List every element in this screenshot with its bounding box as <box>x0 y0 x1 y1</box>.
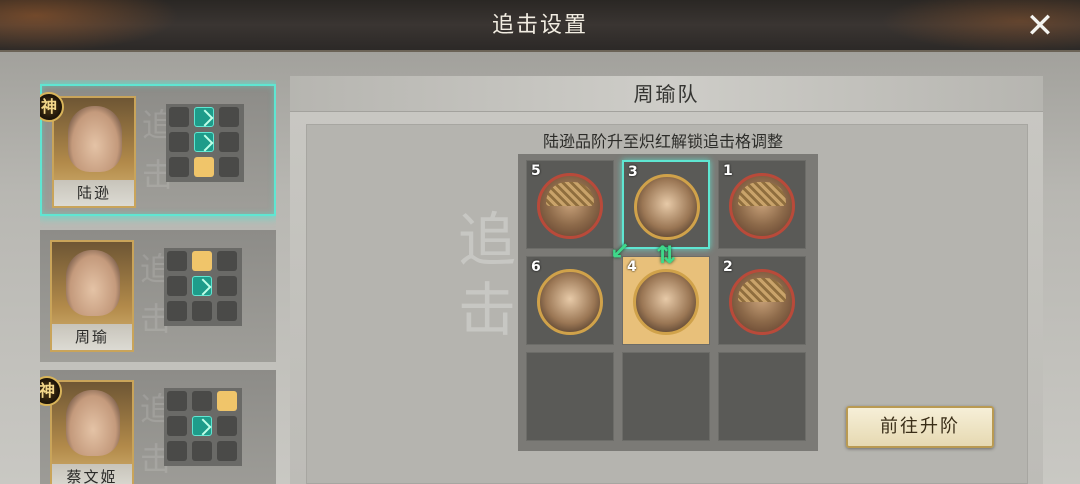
mini-formation-grid <box>164 388 242 466</box>
hero-face <box>66 250 120 316</box>
mini-cell-chase-icon <box>192 276 212 296</box>
hero-portrait: 周瑜 <box>50 240 134 352</box>
mini-cell-position <box>192 251 212 271</box>
formation-slot-2[interactable]: 2 <box>718 256 806 345</box>
hero-face <box>66 390 120 456</box>
formation-slot-empty[interactable] <box>622 352 710 441</box>
slot-number: 6 <box>531 259 541 275</box>
slot-number: 1 <box>723 163 733 179</box>
mini-cell <box>217 441 237 461</box>
hero-portrait: 陆逊 <box>52 96 136 208</box>
slot-number: 2 <box>723 259 733 275</box>
hero-avatar <box>634 174 700 240</box>
mini-formation-grid <box>166 104 244 182</box>
straw-hat-icon <box>546 182 594 206</box>
mini-cell-position <box>194 157 214 177</box>
mini-cell <box>167 301 187 321</box>
hero-card-caiwenji[interactable]: 追击 神 蔡文姬 <box>40 370 276 484</box>
mini-cell <box>167 276 187 296</box>
title-bar: 追击设置 ✕ <box>0 0 1080 52</box>
hero-avatar <box>633 269 699 335</box>
mini-cell <box>167 416 187 436</box>
hero-avatar <box>729 173 795 239</box>
formation-slot-3[interactable]: 3 <box>622 160 710 249</box>
mini-cell <box>167 441 187 461</box>
formation-grid: 5 3 1 6 4 2 ↙ ⇅ <box>518 154 818 451</box>
mini-cell <box>169 132 189 152</box>
mini-cell-position <box>217 391 237 411</box>
hero-name: 周瑜 <box>52 324 132 350</box>
hero-name: 陆逊 <box>54 180 134 206</box>
hero-face <box>68 106 122 172</box>
page-title: 追击设置 <box>491 13 588 38</box>
close-icon[interactable]: ✕ <box>1018 6 1062 46</box>
mini-cell <box>219 107 239 127</box>
hero-card-luxun[interactable]: 追击 神 陆逊 <box>40 84 276 216</box>
mini-cell-chase-icon <box>194 132 214 152</box>
mini-cell <box>169 107 189 127</box>
slot-number: 5 <box>531 163 541 179</box>
hero-list: 追击 神 陆逊 追击 周瑜 追击 神 蔡文姬 <box>40 80 276 484</box>
chase-arrow-icon: ↙ <box>610 237 631 265</box>
mini-formation-grid <box>164 248 242 326</box>
mini-cell <box>217 251 237 271</box>
mini-cell <box>219 132 239 152</box>
mini-cell <box>167 391 187 411</box>
mini-cell <box>192 391 212 411</box>
chase-watermark: 追击 <box>457 206 516 344</box>
helmet-icon <box>738 278 786 302</box>
mini-cell <box>167 251 187 271</box>
mini-cell <box>169 157 189 177</box>
formation-slot-empty[interactable] <box>718 352 806 441</box>
formation-slot-1[interactable]: 1 <box>718 160 806 249</box>
formation-slot-empty[interactable] <box>526 352 614 441</box>
mini-cell <box>217 416 237 436</box>
mini-cell-chase-icon <box>192 416 212 436</box>
formation-slot-5[interactable]: 5 <box>526 160 614 249</box>
hero-avatar <box>537 173 603 239</box>
hero-name: 蔡文姬 <box>52 464 132 484</box>
mini-cell-chase-icon <box>194 107 214 127</box>
mini-cell <box>217 276 237 296</box>
formation-slot-6[interactable]: 6 <box>526 256 614 345</box>
mini-cell <box>217 301 237 321</box>
slot-number: 3 <box>628 164 638 180</box>
helmet-icon <box>738 182 786 206</box>
swap-arrows-icon: ⇅ <box>656 241 677 269</box>
unlock-hint: 陆逊品阶升至炽红解锁追击格调整 <box>542 132 783 151</box>
hero-avatar <box>537 269 603 335</box>
hero-card-zhouyu[interactable]: 追击 周瑜 <box>40 230 276 362</box>
formation-slot-4[interactable]: 4 <box>622 256 710 345</box>
mini-cell <box>219 157 239 177</box>
go-upgrade-button[interactable]: 前往升阶 <box>846 406 994 448</box>
team-title: 周瑜队 <box>290 76 1043 112</box>
hero-portrait: 蔡文姬 <box>50 380 134 484</box>
mini-cell <box>192 441 212 461</box>
mini-cell <box>192 301 212 321</box>
hero-avatar <box>729 269 795 335</box>
